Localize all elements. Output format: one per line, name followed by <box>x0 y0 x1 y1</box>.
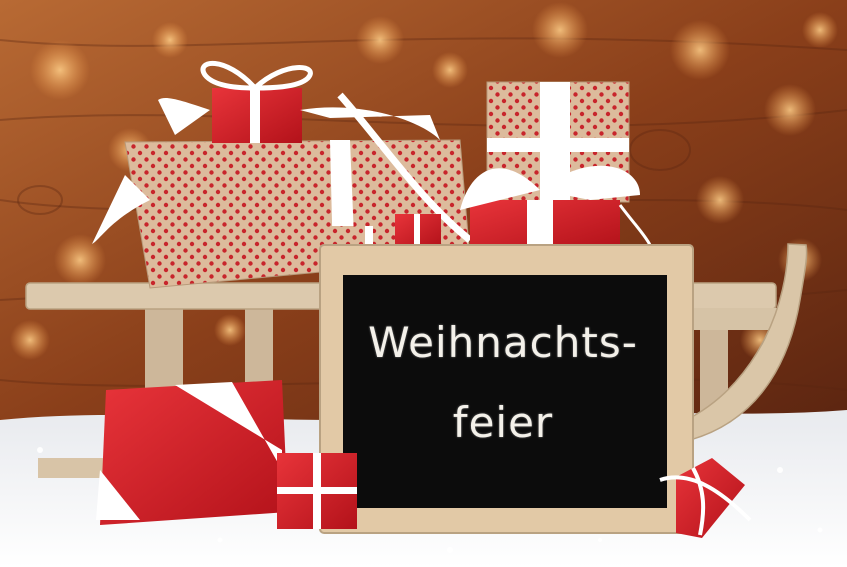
christmas-sled-photo: Weihnachts- feier <box>0 0 847 567</box>
chalkboard-text-line-2: feier <box>452 398 554 447</box>
chalkboard <box>319 244 694 534</box>
photo-illustration <box>0 0 847 567</box>
chalkboard-text-line-1: Weihnachts- <box>368 318 638 367</box>
red-gift-bottom-left <box>96 380 288 525</box>
red-gift-bottom-small <box>277 453 357 529</box>
